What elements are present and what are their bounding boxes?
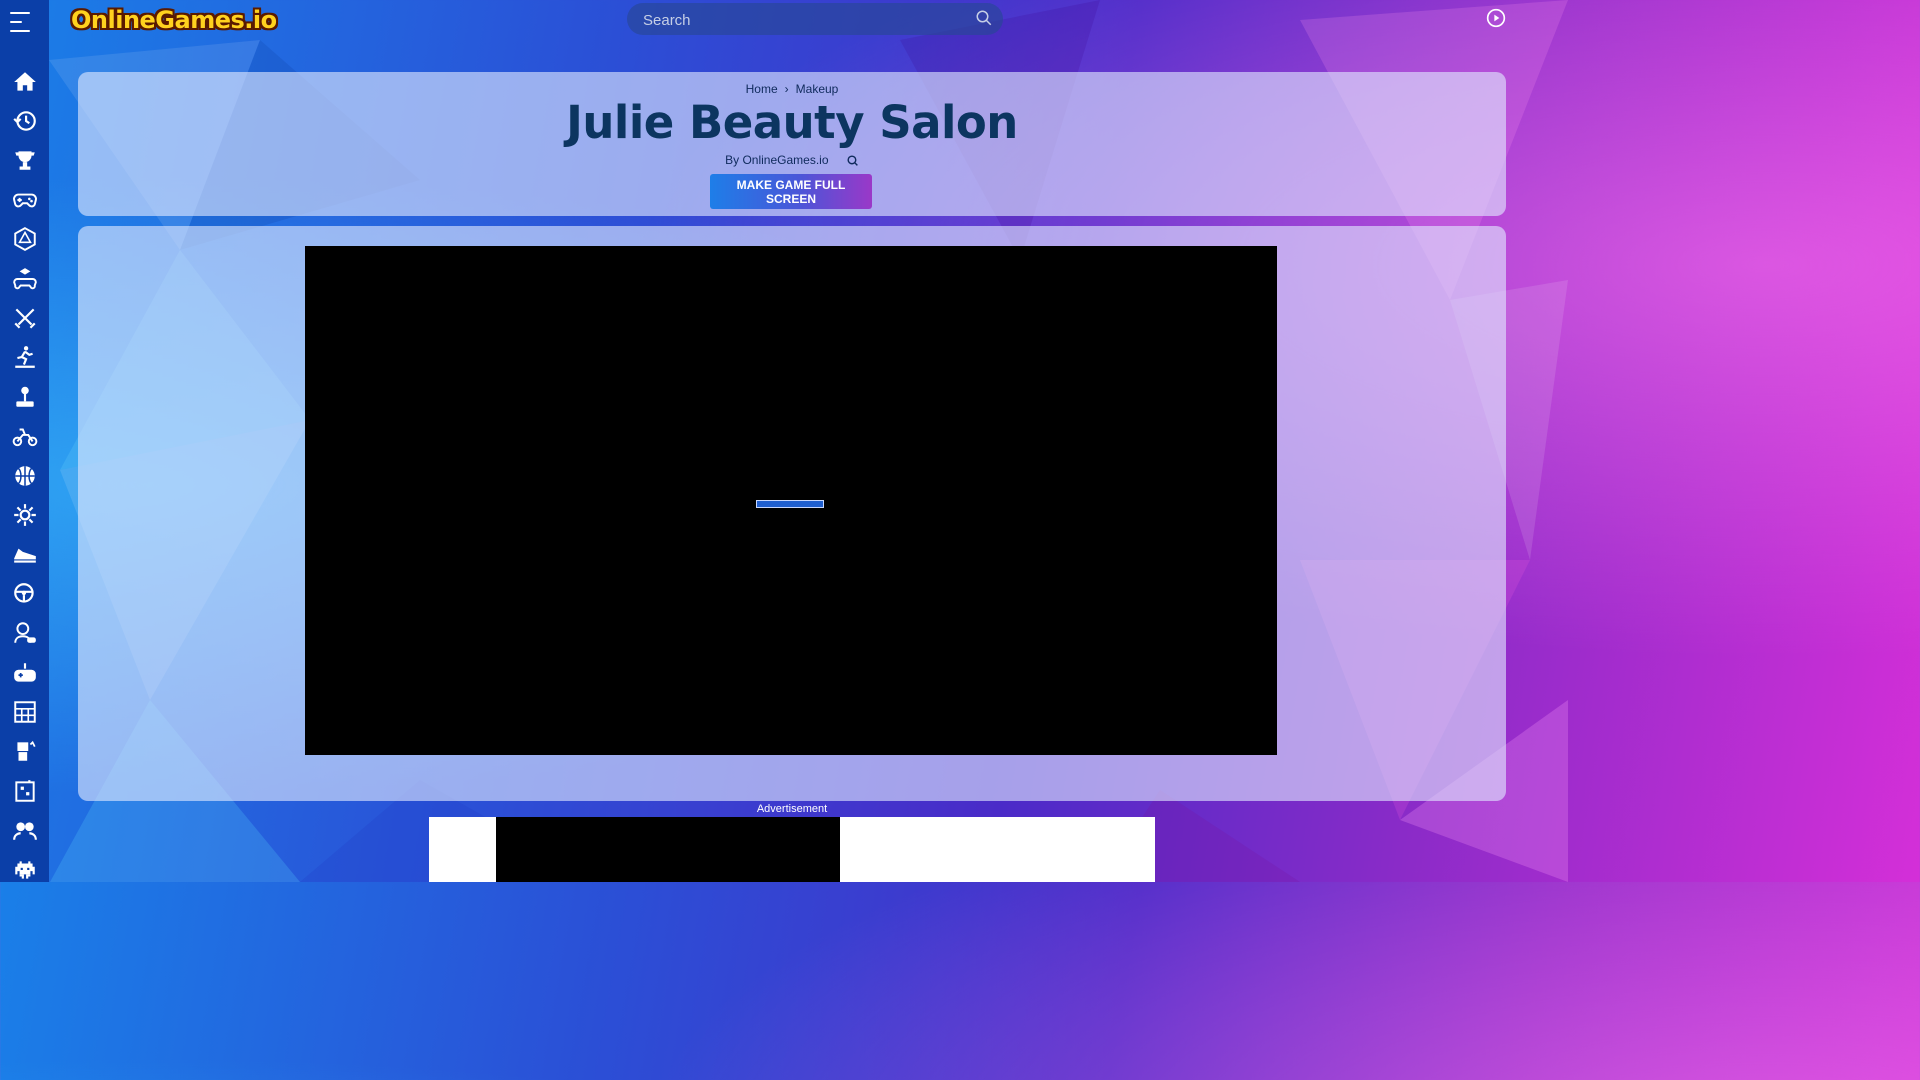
menu-toggle-button[interactable] [10, 10, 30, 34]
play-icon[interactable] [1486, 8, 1506, 28]
breadcrumb-separator-icon: › [784, 82, 789, 96]
search-bar [627, 3, 1003, 37]
robot-icon[interactable] [0, 732, 49, 771]
sidebar [0, 0, 49, 882]
byline-text: By OnlineGames.io [725, 153, 829, 167]
dice-icon[interactable] [0, 220, 49, 259]
multiplayer-icon[interactable] [0, 810, 49, 849]
puzzle-icon[interactable] [0, 771, 49, 810]
runner-icon[interactable] [0, 338, 49, 377]
byline: By OnlineGames.io [78, 153, 1506, 167]
motorbike-icon[interactable] [0, 417, 49, 456]
gear-icon[interactable] [0, 495, 49, 534]
breadcrumb-home-link[interactable]: Home [746, 82, 778, 96]
breadcrumb: Home › Makeup [78, 82, 1506, 96]
blocks-icon[interactable] [0, 692, 49, 731]
sidebar-category-list [0, 62, 49, 889]
loading-bar [756, 500, 824, 508]
history-icon[interactable] [0, 101, 49, 140]
home-icon[interactable] [0, 62, 49, 101]
game-panel [78, 226, 1506, 801]
search-input[interactable] [641, 3, 965, 37]
site-logo[interactable]: OnlineGames.io [71, 3, 277, 37]
cube-controller-icon[interactable] [0, 259, 49, 298]
controller-plus-icon[interactable] [0, 653, 49, 692]
magnifier-icon[interactable] [846, 154, 859, 167]
game-canvas[interactable] [305, 246, 1277, 755]
steering-wheel-icon[interactable] [0, 574, 49, 613]
advertisement-creative[interactable] [496, 817, 840, 882]
fullscreen-button[interactable]: MAKE GAME FULL SCREEN [710, 174, 872, 209]
girl-gamer-icon[interactable] [0, 613, 49, 652]
joystick-icon[interactable] [0, 377, 49, 416]
space-invader-icon[interactable] [0, 850, 49, 889]
search-icon[interactable] [975, 9, 993, 27]
advertisement-box[interactable] [429, 817, 1155, 882]
top-bar: OnlineGames.io [49, 0, 1568, 40]
page-title: Julie Beauty Salon [566, 96, 1018, 149]
breadcrumb-category-link[interactable]: Makeup [796, 82, 839, 96]
game-header-panel: Home › Makeup Julie Beauty Salon By Online… [78, 72, 1506, 216]
sneaker-icon[interactable] [0, 535, 49, 574]
crossed-swords-icon[interactable] [0, 298, 49, 337]
basketball-icon[interactable] [0, 456, 49, 495]
advertisement-label: Advertisement [756, 803, 828, 815]
trophy-icon[interactable] [0, 141, 49, 180]
gamepad-icon[interactable] [0, 180, 49, 219]
